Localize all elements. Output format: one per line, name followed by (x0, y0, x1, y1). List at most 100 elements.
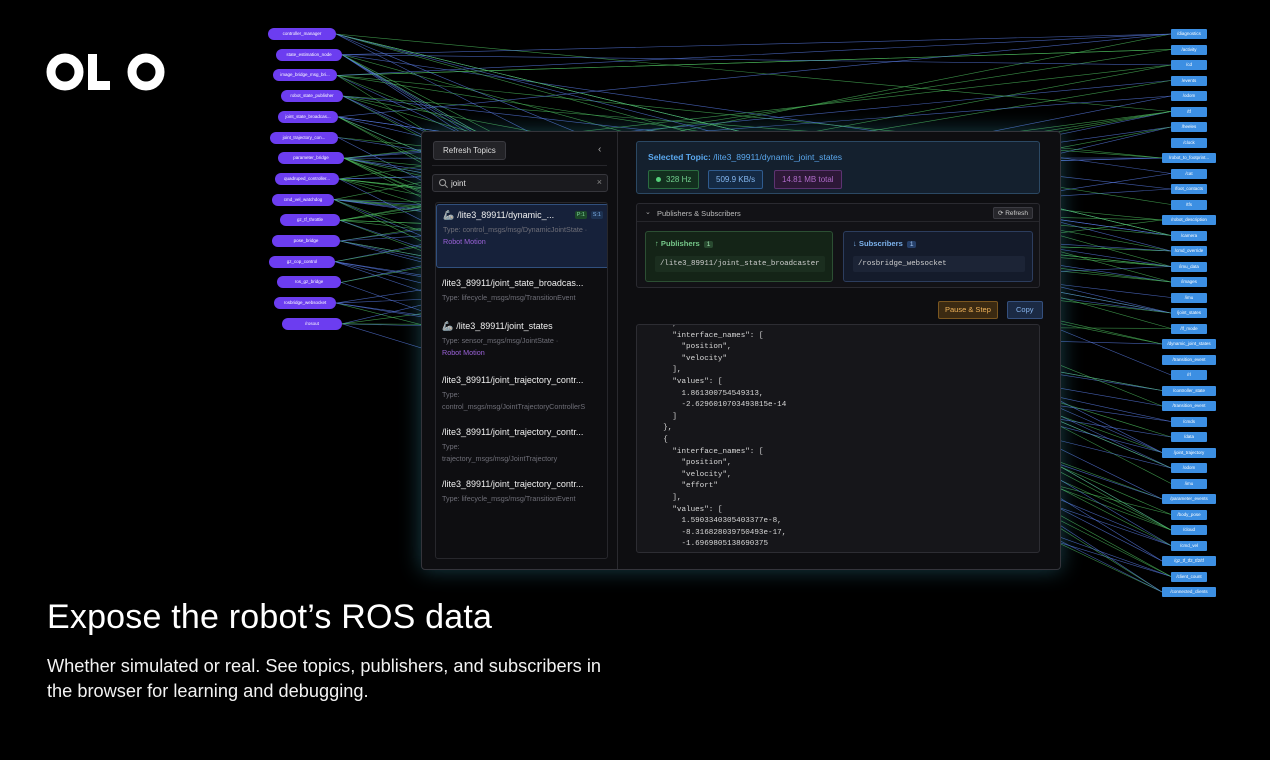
pause-step-button[interactable]: Pause & Step (938, 301, 998, 319)
topic-name: /lite3_89911/joint_trajectory_contr... (442, 479, 584, 489)
ros-topic-node[interactable]: /tf (1171, 106, 1207, 117)
divider (432, 165, 607, 166)
ros-topic-node[interactable]: /tfs (1171, 199, 1207, 210)
subscriber-count-badge: S:1 (590, 211, 603, 219)
chevron-left-icon[interactable]: ‹ (598, 144, 601, 155)
ros-node-pill[interactable]: controller_manager (268, 28, 336, 40)
ros-node-pill[interactable]: robot_state_publisher (281, 90, 343, 103)
ros-topic-node[interactable]: /lf_mode (1171, 323, 1207, 334)
pubsub-title: Publishers & Subscribers (657, 209, 741, 218)
ros-node-pill[interactable]: state_estimation_node (276, 48, 342, 61)
ros-topic-node[interactable]: /cmd_vel (1171, 540, 1207, 551)
topic-item[interactable]: /lite3_89911/joint_trajectory_contr... T… (436, 474, 607, 509)
arrow-down-icon: ↓ (853, 239, 857, 248)
publishers-heading: ↑ Publishers 1 (655, 239, 714, 248)
ros-node-pill[interactable]: quadruped_controller... (275, 172, 339, 185)
ros-topic-node[interactable]: /images (1171, 277, 1207, 287)
ros-topic-node[interactable]: /heeles (1171, 122, 1207, 132)
ros-topic-node[interactable]: /robot_description (1162, 215, 1216, 225)
ros-topic-node[interactable]: /cmd_override (1171, 246, 1207, 256)
search-input[interactable] (451, 177, 591, 189)
subscribers-label: Subscribers (858, 239, 903, 248)
ros-topic-node[interactable]: /data (1171, 432, 1207, 442)
topic-item[interactable]: 🦾/lite3_89911/joint_states Type: sensor_… (436, 316, 607, 363)
ros-node-pill[interactable]: joint_state_broadcas... (278, 110, 338, 123)
ros-topic-node[interactable]: /transition_event (1162, 401, 1216, 411)
ros-topic-node[interactable]: /parameter_events (1162, 494, 1216, 504)
ros-topic-node[interactable]: /cloud (1171, 525, 1207, 535)
ros-node-pill[interactable]: image_bridge_msg_bri... (273, 69, 337, 82)
ros-topic-node[interactable]: /odom (1171, 91, 1207, 101)
ros-topic-node[interactable]: /rl (1171, 370, 1207, 380)
pubsub-refresh-button[interactable]: ⟳ Refresh (992, 207, 1033, 219)
total-size-badge: 14.81 MB total (774, 170, 842, 189)
ros-node-pill[interactable]: /rosout (282, 317, 342, 330)
ros-topic-node[interactable]: /cat (1171, 168, 1207, 179)
graph-link (341, 33, 1172, 55)
ros-topic-node[interactable]: /cmds (1171, 416, 1207, 427)
olo-logo (46, 53, 165, 91)
ros-topic-node[interactable]: /imu_data (1171, 261, 1207, 272)
subscriber-node[interactable]: /rosbridge_websocket (853, 256, 1025, 272)
bandwidth-badge: 509.9 KB/s (708, 170, 764, 189)
ros-node-pill[interactable]: cmd_vel_watchdog (272, 193, 334, 206)
topic-type: control_msgs/msg/JointTrajectoryControll… (442, 402, 586, 411)
ros-topic-node[interactable]: /joint_trajectory (1162, 447, 1216, 458)
topic-item[interactable]: /lite3_89911/joint_trajectory_contr... T… (436, 422, 607, 469)
ros-node-pill[interactable]: pose_bridge (272, 235, 340, 247)
ros-node-pill[interactable]: gz_cop_control (269, 255, 335, 268)
selected-topic-title: Selected Topic: /lite3_89911/dynamic_joi… (648, 152, 842, 162)
publishers-box: ↑ Publishers 1 /lite3_89911/joint_state_b… (645, 231, 833, 282)
ros-topic-node[interactable]: /imu (1171, 292, 1207, 303)
graph-link (336, 49, 1172, 76)
ros-node-pill[interactable]: joint_trajectory_con... (270, 131, 338, 144)
ros-node-pill[interactable]: ros_gz_bridge (277, 276, 341, 289)
ros-node-pill[interactable]: rosbridge_websocket (274, 297, 336, 310)
topic-type: Type: lifecycle_msgs/msg/TransitionEvent (442, 293, 576, 302)
topic-type: Type: control_msgs/msg/DynamicJointState… (443, 225, 588, 234)
ros-topic-node[interactable]: /gz_tf_tf2_tf2/tf (1162, 556, 1216, 566)
copy-button[interactable]: Copy (1007, 301, 1043, 319)
ros-topic-node[interactable]: /imu (1171, 478, 1207, 489)
ros-topic-node[interactable]: /cd (1171, 60, 1207, 70)
topic-tag: Robot Motion (443, 237, 486, 246)
topic-name: /lite3_89911/joint_states (456, 321, 553, 331)
publishers-subscribers-panel: ⌄ Publishers & Subscribers ⟳ Refresh ↑ P… (636, 203, 1040, 288)
ros-topic-node[interactable]: /client_count (1171, 571, 1207, 582)
subscribers-heading: ↓ Subscribers 1 (853, 239, 917, 248)
status-dot (656, 177, 661, 183)
ros-topic-node[interactable]: /events (1171, 75, 1207, 86)
topic-name: /lite3_89911/dynamic_... (457, 210, 555, 220)
chevron-down-icon[interactable]: ⌄ (645, 208, 651, 216)
ros-topic-node[interactable]: /foot_contacts (1171, 184, 1207, 194)
ros-topic-node[interactable]: /body_pose (1171, 509, 1207, 520)
ros-topic-node[interactable]: /activity (1171, 44, 1207, 55)
search-icon (439, 179, 449, 189)
graph-link (335, 33, 1172, 112)
ros-topic-node[interactable]: /clock (1171, 137, 1207, 148)
topic-item[interactable]: /lite3_89911/joint_state_broadcas... Typ… (436, 273, 607, 308)
topic-search: × (432, 174, 608, 192)
ros-node-pill[interactable]: gz_tf_throttle (280, 214, 340, 227)
robot-arm-icon: 🦾 (443, 210, 455, 220)
ros-topic-node[interactable]: /controller_state (1162, 385, 1216, 396)
topic-item[interactable]: 🦾/lite3_89911/dynamic_... P:1 S:1 Type: … (436, 204, 607, 268)
topic-item[interactable]: /lite3_89911/joint_trajectory_contr... T… (436, 370, 607, 417)
selected-topic-label: Selected Topic: (648, 152, 711, 162)
clear-icon[interactable]: × (597, 177, 602, 187)
ros-topic-node[interactable]: /camera (1171, 230, 1207, 241)
ros-topic-node[interactable]: /robot_to_footprint... (1162, 153, 1216, 163)
ros-node-pill[interactable]: parameter_bridge (278, 152, 344, 165)
pubsub-header[interactable]: ⌄ Publishers & Subscribers ⟳ Refresh (637, 204, 1039, 222)
message-viewer[interactable]: , "interface_names": [ "position", "velo… (636, 324, 1040, 553)
ros-topic-node[interactable]: /odom (1171, 463, 1207, 473)
topic-list: 🦾/lite3_89911/dynamic_... P:1 S:1 Type: … (435, 202, 608, 559)
publisher-node[interactable]: /lite3_89911/joint_state_broadcaster (655, 256, 825, 272)
ros-topic-node[interactable]: /joint_states (1171, 308, 1207, 318)
ros-topic-node[interactable]: /connected_clients (1162, 587, 1216, 597)
refresh-topics-button[interactable]: Refresh Topics (433, 141, 506, 160)
ros-topic-node[interactable]: /transition_event (1162, 354, 1216, 365)
topic-type: Type: lifecycle_msgs/msg/TransitionEvent (442, 494, 576, 503)
ros-topic-node[interactable]: /dynamic_joint_states (1162, 339, 1216, 349)
ros-topic-node[interactable]: /diagnostics (1171, 29, 1207, 39)
